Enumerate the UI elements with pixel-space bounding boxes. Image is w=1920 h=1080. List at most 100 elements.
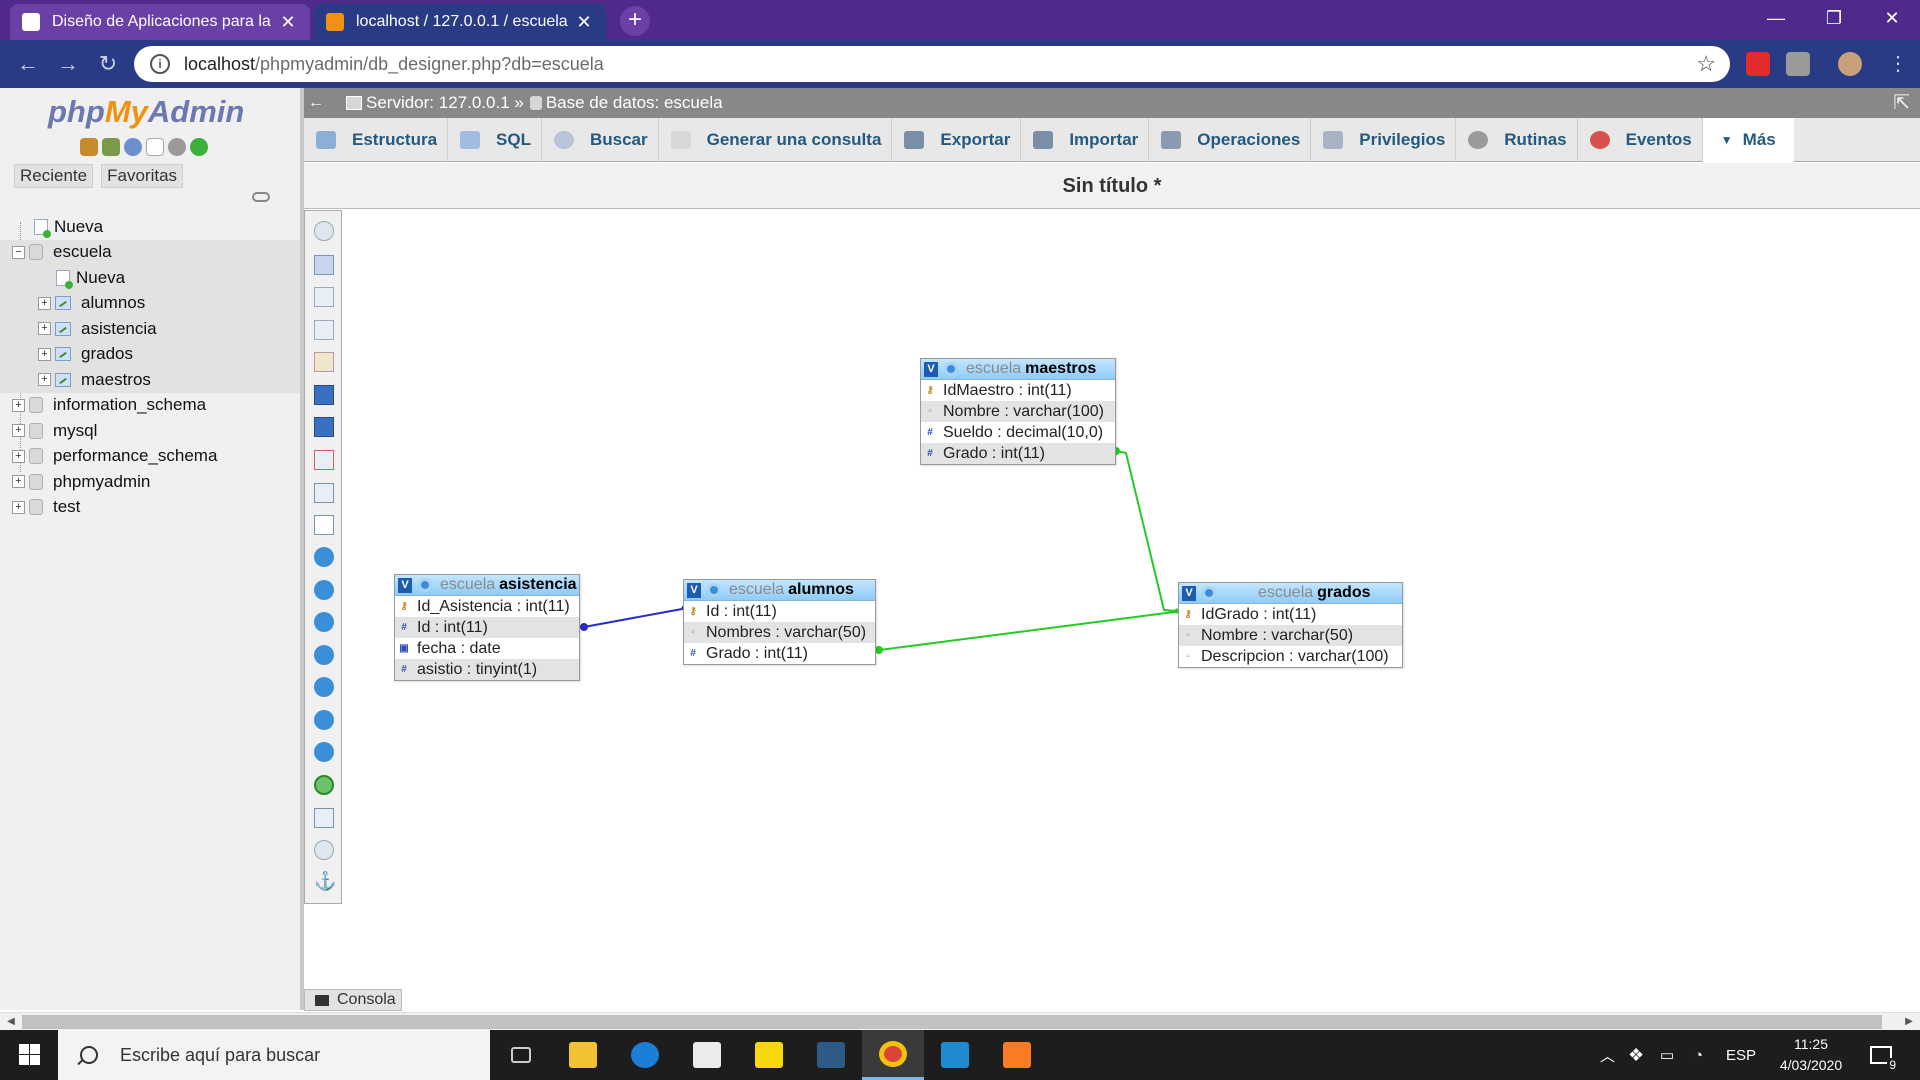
- table-card-alumnos[interactable]: V escuela alumnos ⚷ Id : int(11) ▫ Nombres…: [683, 579, 876, 665]
- start-button[interactable]: [0, 1030, 58, 1080]
- column-row[interactable]: # Grado : int(11): [921, 443, 1115, 464]
- breadcrumb-database[interactable]: Base de datos: escuela: [546, 93, 723, 113]
- xampp-icon[interactable]: [986, 1030, 1048, 1080]
- gear-icon[interactable]: [944, 362, 958, 376]
- column-row[interactable]: ⚷ Id_Asistencia : int(11): [395, 596, 579, 617]
- tab-generar-consulta[interactable]: Generar una consulta: [659, 118, 893, 162]
- add-tables-icon[interactable]: [314, 287, 334, 307]
- dropbox-icon[interactable]: ❖: [1628, 1030, 1644, 1080]
- tree-node-db-escuela[interactable]: − escuela: [0, 239, 300, 265]
- expand-icon[interactable]: +: [38, 373, 51, 387]
- tree-node-db-test[interactable]: + test: [0, 495, 300, 521]
- browser-tab-active[interactable]: localhost / 127.0.0.1 / escuela | pl ✕: [314, 4, 606, 40]
- reload-icon[interactable]: [190, 138, 208, 156]
- expand-icon[interactable]: +: [12, 424, 25, 438]
- tab-estructura[interactable]: Estructura: [304, 118, 449, 162]
- vscode-icon[interactable]: [924, 1030, 986, 1080]
- new-page-icon[interactable]: [314, 320, 334, 340]
- tree-node-db-phpmyadmin[interactable]: + phpmyadmin: [0, 469, 300, 495]
- export-schema-icon[interactable]: [314, 808, 334, 828]
- scrollbar-thumb[interactable]: [22, 1015, 1882, 1029]
- task-view-icon[interactable]: [490, 1030, 552, 1080]
- fullscreen-icon[interactable]: [314, 255, 334, 275]
- tree-node-table-alumnos[interactable]: + alumnos: [0, 290, 300, 316]
- info-icon[interactable]: i: [150, 54, 170, 74]
- column-row[interactable]: ▫ Nombres : varchar(50): [684, 622, 875, 643]
- save-as-icon[interactable]: [314, 417, 334, 437]
- browser-tab-inactive[interactable]: Diseño de Aplicaciones para la W ✕: [10, 4, 310, 40]
- help-icon[interactable]: [314, 612, 334, 632]
- snap-to-grid-icon[interactable]: [314, 677, 334, 697]
- tab-rutinas[interactable]: Rutinas: [1456, 118, 1578, 162]
- store-icon[interactable]: [676, 1030, 738, 1080]
- designer-title[interactable]: Sin título *: [304, 163, 1920, 209]
- expand-icon[interactable]: +: [12, 449, 25, 463]
- tree-node-db-performance-schema[interactable]: + performance_schema: [0, 444, 300, 470]
- tab-eventos[interactable]: Eventos: [1578, 118, 1703, 162]
- extension-icon[interactable]: [1746, 52, 1770, 76]
- extension-icon[interactable]: [1786, 52, 1810, 76]
- tab-exportar[interactable]: Exportar: [892, 118, 1022, 162]
- gear-icon[interactable]: [1202, 586, 1216, 600]
- expand-icon[interactable]: +: [38, 347, 51, 361]
- chrome-icon[interactable]: [862, 1030, 924, 1080]
- restore-button[interactable]: ❐: [1806, 0, 1862, 36]
- sticky-notes-icon[interactable]: [738, 1030, 800, 1080]
- tree-node-new[interactable]: Nueva: [0, 214, 300, 240]
- close-tab-icon[interactable]: ✕: [574, 12, 594, 33]
- create-relation-icon[interactable]: [314, 515, 334, 535]
- column-row[interactable]: ▫ Nombre : varchar(100): [921, 401, 1115, 422]
- save-icon[interactable]: [314, 385, 334, 405]
- forward-icon[interactable]: →: [52, 48, 84, 80]
- wifi-icon[interactable]: ◔: [1694, 1030, 1703, 1080]
- relation-line[interactable]: [583, 607, 686, 628]
- column-row[interactable]: ▫ Nombre : varchar(50): [1179, 625, 1402, 646]
- phpmyadmin-logo[interactable]: phpMyAdmin: [48, 94, 244, 130]
- tree-node-new-table[interactable]: Nueva: [0, 265, 300, 291]
- create-table-icon[interactable]: [314, 483, 334, 503]
- table-card-header[interactable]: V escuela grados: [1179, 583, 1402, 604]
- column-row[interactable]: ⚷ IdGrado : int(11): [1179, 604, 1402, 625]
- tab-recent[interactable]: Reciente: [14, 164, 94, 188]
- table-card-grados[interactable]: V escuela grados ⚷ IdGrado : int(11) ▫ Nom…: [1178, 582, 1403, 668]
- anchor-icon[interactable]: ⚓: [314, 871, 336, 891]
- toggle-relation-lines-icon[interactable]: [314, 775, 334, 795]
- mysql-workbench-icon[interactable]: [800, 1030, 862, 1080]
- docs-icon[interactable]: [146, 138, 164, 156]
- tree-node-table-grados[interactable]: + grados: [0, 341, 300, 367]
- relation-line[interactable]: [878, 610, 1180, 651]
- taskbar-search-input[interactable]: Escribe aquí para buscar: [58, 1030, 490, 1080]
- tab-sql[interactable]: SQL: [448, 118, 542, 162]
- tree-node-db-mysql[interactable]: + mysql: [0, 418, 300, 444]
- column-row[interactable]: ▣ fecha : date: [395, 638, 579, 659]
- reload-icon[interactable]: [314, 580, 334, 600]
- table-card-header[interactable]: V escuela maestros: [921, 359, 1115, 380]
- column-row[interactable]: ⚷ IdMaestro : int(11): [921, 380, 1115, 401]
- table-card-maestros[interactable]: V escuela maestros ⚷ IdMaestro : int(11) …: [920, 358, 1116, 465]
- expand-icon[interactable]: +: [12, 398, 25, 412]
- back-icon[interactable]: ←: [12, 48, 44, 80]
- horizontal-scrollbar[interactable]: ◀ ▶: [0, 1012, 1920, 1030]
- toggle-small-big-icon[interactable]: [314, 742, 334, 762]
- relation-line[interactable]: [1115, 450, 1178, 612]
- battery-icon[interactable]: ▭: [1660, 1030, 1674, 1080]
- table-card-header[interactable]: V escuela asistencia: [395, 575, 579, 596]
- language-indicator[interactable]: ESP: [1726, 1030, 1756, 1080]
- designer-canvas[interactable]: V escuela maestros ⚷ IdMaestro : int(11) …: [304, 210, 1920, 990]
- new-tab-button[interactable]: +: [620, 6, 650, 36]
- tab-favorites[interactable]: Favoritas: [101, 164, 184, 188]
- choose-display-column-icon[interactable]: [314, 547, 334, 567]
- profile-avatar[interactable]: [1838, 52, 1862, 76]
- show-hide-menu-icon[interactable]: [314, 221, 334, 241]
- tab-importar[interactable]: Importar: [1021, 118, 1150, 162]
- column-row[interactable]: ▫ Descripcion : varchar(100): [1179, 646, 1402, 667]
- tab-operaciones[interactable]: Operaciones: [1149, 118, 1312, 162]
- tree-node-table-maestros[interactable]: + maestros: [0, 367, 300, 393]
- checkbox-icon[interactable]: V: [1182, 585, 1196, 601]
- checkbox-icon[interactable]: V: [924, 361, 938, 377]
- column-row[interactable]: # Grado : int(11): [684, 643, 875, 664]
- help-icon[interactable]: [124, 138, 142, 156]
- tab-privilegios[interactable]: Privilegios: [1311, 118, 1457, 162]
- url-field[interactable]: i localhost/phpmyadmin/db_designer.php?d…: [134, 46, 1730, 82]
- logout-icon[interactable]: [102, 138, 120, 156]
